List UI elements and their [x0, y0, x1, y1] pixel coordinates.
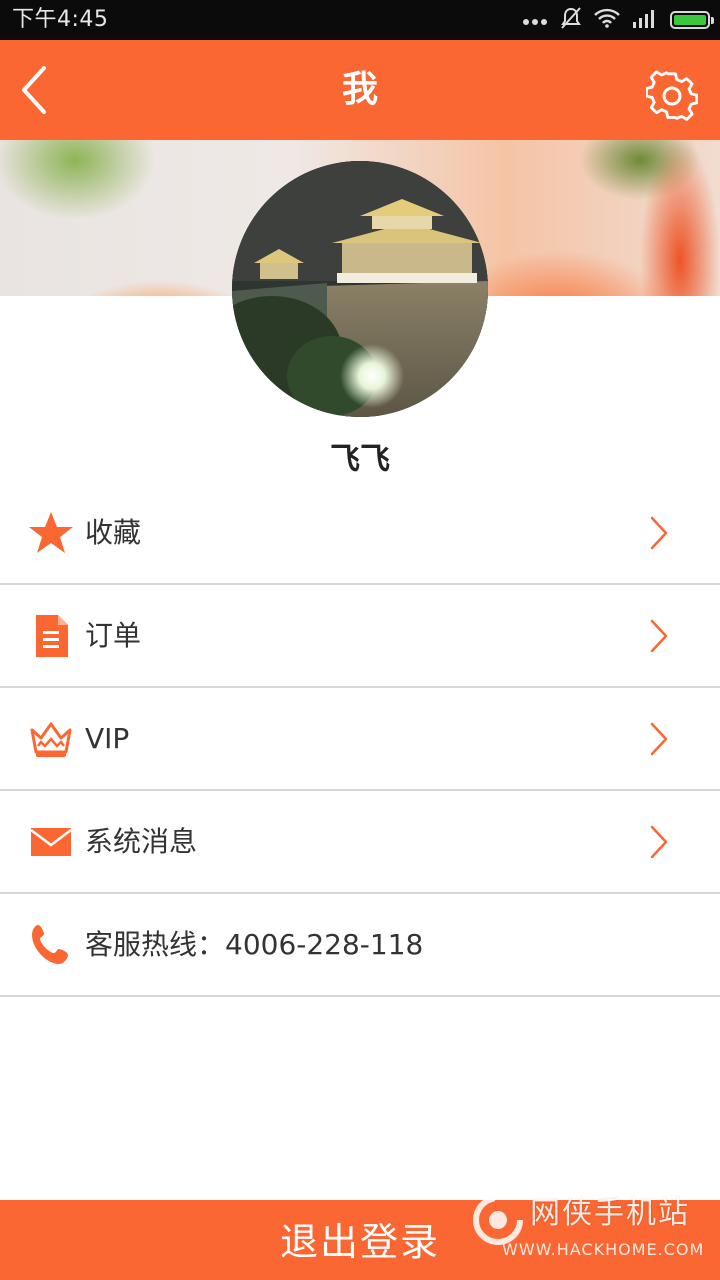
menu-item-orders[interactable]: 订单	[0, 585, 720, 688]
battery-icon	[670, 11, 714, 29]
menu-label-vip: VIP	[85, 722, 130, 755]
document-icon	[28, 613, 74, 659]
signal-icon	[632, 8, 658, 32]
crown-icon	[28, 716, 74, 762]
wifi-icon	[594, 8, 620, 32]
avatar[interactable]	[232, 161, 488, 417]
gear-icon	[645, 70, 699, 121]
app-header: 我	[0, 40, 720, 140]
avatar-photo	[232, 161, 488, 417]
settings-button[interactable]	[645, 70, 699, 122]
chevron-right-icon	[650, 619, 668, 653]
menu-item-hotline[interactable]: 客服热线：4006-228-118	[0, 894, 720, 997]
username: 飞飞	[330, 442, 390, 477]
menu-label-favorites: 收藏	[85, 516, 142, 549]
phone-icon	[28, 922, 74, 968]
more-dots-icon	[522, 11, 548, 30]
battery-fill	[674, 15, 706, 25]
menu-item-messages[interactable]: 系统消息	[0, 791, 720, 894]
watermark-logo-icon	[473, 1195, 523, 1245]
menu-item-favorites[interactable]: 收藏	[0, 482, 720, 585]
menu-list: 收藏 订单 VIP 系统消息 客服热线：4006-228-118	[0, 482, 720, 997]
menu-label-orders: 订单	[85, 619, 142, 652]
watermark-url: WWW.HACKHOME.COM	[502, 1240, 705, 1259]
status-time: 下午4:45	[12, 7, 109, 32]
chevron-right-icon	[650, 722, 668, 756]
status-bar: 下午4:45	[0, 0, 720, 40]
menu-label-hotline: 客服热线：4006-228-118	[85, 928, 424, 961]
chevron-right-icon	[650, 825, 668, 859]
watermark-name: 网侠手机站	[530, 1196, 690, 1231]
menu-label-messages: 系统消息	[85, 825, 198, 858]
page-title: 我	[341, 69, 378, 110]
watermark: 网侠手机站 WWW.HACKHOME.COM	[472, 1188, 712, 1278]
envelope-icon	[28, 819, 74, 865]
mute-bell-icon	[560, 6, 582, 34]
chevron-right-icon	[650, 516, 668, 550]
star-icon	[28, 510, 74, 556]
menu-item-vip[interactable]: VIP	[0, 688, 720, 791]
status-icons	[522, 6, 714, 34]
